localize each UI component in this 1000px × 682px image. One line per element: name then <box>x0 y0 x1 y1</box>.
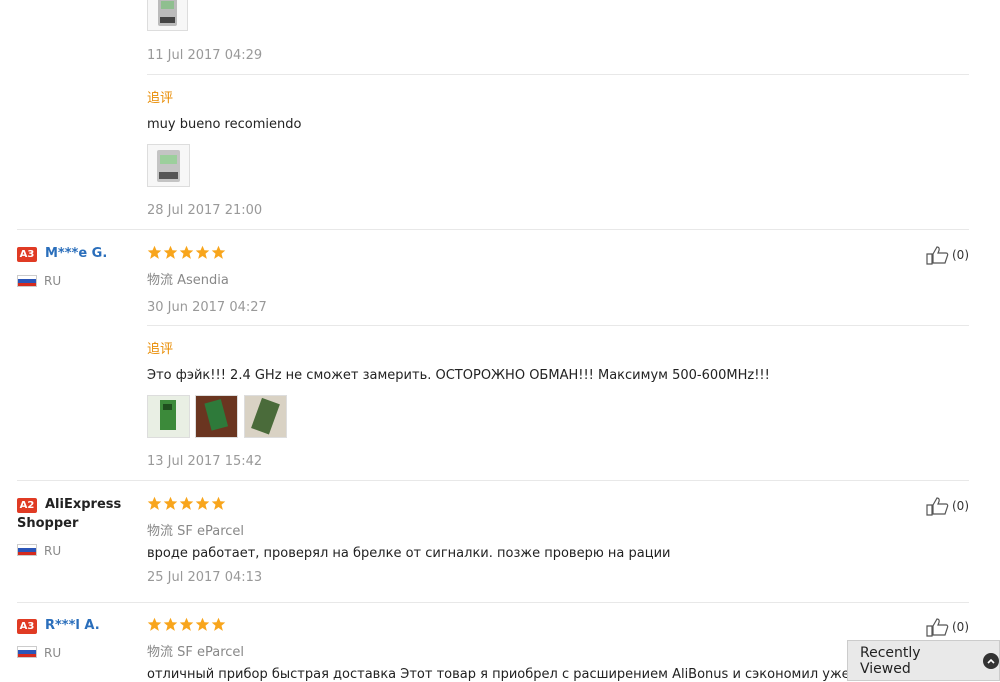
divider <box>17 602 969 603</box>
ru-flag-icon <box>17 544 37 556</box>
buyer-name[interactable]: R***l A. <box>45 618 100 633</box>
thumbs-up-icon <box>926 246 949 265</box>
review-photo[interactable] <box>147 0 188 31</box>
star-icon <box>163 617 178 631</box>
helpful-button[interactable]: (0) <box>926 245 969 265</box>
star-icon <box>147 245 162 259</box>
review-text: вроде работает, проверял на брелке от си… <box>147 546 671 561</box>
helpful-count: (0) <box>952 620 969 634</box>
thumbs-up-icon <box>926 497 949 516</box>
star-rating <box>147 245 226 260</box>
star-icon <box>179 617 194 631</box>
divider <box>147 325 969 326</box>
star-rating <box>147 496 226 511</box>
review-text: отличный прибор быстрая доставка Этот то… <box>147 667 847 682</box>
star-icon <box>147 496 162 510</box>
followup-label: 追评 <box>147 342 174 357</box>
recently-viewed-button[interactable]: Recently Viewed <box>847 640 1000 681</box>
buyer-level-badge: A3 <box>17 619 37 634</box>
review-date: 25 Jul 2017 04:13 <box>147 570 263 585</box>
buyer-level-badge: A2 <box>17 498 37 513</box>
helpful-count: (0) <box>952 248 969 262</box>
star-icon <box>163 245 178 259</box>
followup-date: 13 Jul 2017 15:42 <box>147 454 263 469</box>
star-icon <box>211 617 226 631</box>
review-date: 11 Jul 2017 04:29 <box>147 48 263 63</box>
review-date: 30 Jun 2017 04:27 <box>147 300 267 315</box>
review-photo[interactable] <box>244 395 287 438</box>
star-icon <box>195 245 210 259</box>
review-photo[interactable] <box>147 144 190 187</box>
buyer-name[interactable]: M***e G. <box>45 246 107 261</box>
star-icon <box>195 496 210 510</box>
recently-viewed-label: Recently Viewed <box>860 644 921 677</box>
star-icon <box>179 245 194 259</box>
star-icon <box>147 617 162 631</box>
review-photo[interactable] <box>147 395 190 438</box>
chevron-up-icon <box>983 652 999 669</box>
star-icon <box>163 496 178 510</box>
ru-flag-icon <box>17 275 37 287</box>
review-text: muy bueno recomiendo <box>147 117 302 132</box>
star-icon <box>211 496 226 510</box>
star-icon <box>211 245 226 259</box>
divider <box>17 229 969 230</box>
star-rating <box>147 617 226 632</box>
ru-flag-icon <box>17 646 37 658</box>
helpful-button[interactable]: (0) <box>926 496 969 516</box>
review-photo[interactable] <box>195 395 238 438</box>
buyer-country: RU <box>44 544 62 558</box>
thumbs-up-icon <box>926 618 949 637</box>
buyer-name: AliExpress <box>45 497 122 512</box>
followup-label: 追评 <box>147 91 174 106</box>
buyer-country: RU <box>44 646 62 660</box>
shipping-method: 物流 Asendia <box>147 273 229 288</box>
helpful-count: (0) <box>952 499 969 513</box>
helpful-button[interactable]: (0) <box>926 617 969 637</box>
followup-date: 28 Jul 2017 21:00 <box>147 203 263 218</box>
shipping-method: 物流 SF eParcel <box>147 524 245 539</box>
divider <box>147 74 969 75</box>
divider <box>17 480 969 481</box>
buyer-country: RU <box>44 274 62 288</box>
shipping-method: 物流 SF eParcel <box>147 645 245 660</box>
buyer-level-badge: A3 <box>17 247 37 262</box>
review-text: Это фэйк!!! 2.4 GHz не сможет замерить. … <box>147 368 770 383</box>
star-icon <box>195 617 210 631</box>
star-icon <box>179 496 194 510</box>
buyer-name-continued: Shopper <box>17 516 79 531</box>
